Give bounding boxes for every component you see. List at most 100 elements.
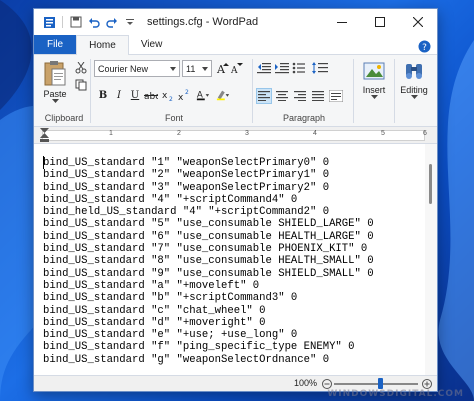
text-line: bind_US_standard "e" "+use; +use_long" 0 bbox=[43, 329, 298, 342]
svg-text:abc: abc bbox=[144, 92, 158, 101]
superscript-icon[interactable]: x2 bbox=[178, 88, 192, 102]
paste-label: Paste bbox=[43, 89, 67, 99]
maximize-button[interactable] bbox=[361, 9, 399, 35]
strikethrough-icon[interactable]: abc bbox=[144, 88, 158, 102]
svg-text:x: x bbox=[162, 91, 168, 101]
customize-qat-icon[interactable] bbox=[123, 15, 137, 29]
shrink-font-icon[interactable]: A bbox=[230, 61, 244, 75]
text-line: bind_US_standard "b" "+scriptCommand3" 0 bbox=[43, 292, 298, 305]
text-line: bind_US_standard "g" "weaponSelectOrdnan… bbox=[43, 353, 330, 366]
paragraph-settings-icon[interactable] bbox=[328, 88, 344, 104]
editing-button[interactable]: Editing bbox=[396, 61, 432, 117]
highlight-icon[interactable] bbox=[216, 88, 230, 102]
justify-button[interactable] bbox=[310, 88, 326, 104]
bold-button[interactable]: B bbox=[96, 88, 110, 102]
document-editor[interactable]: bind_US_standard "1" "weaponSelectPrimar… bbox=[34, 144, 437, 377]
minimize-button[interactable] bbox=[323, 9, 361, 35]
zoom-in-icon[interactable] bbox=[421, 378, 432, 389]
cut-icon[interactable] bbox=[74, 61, 88, 75]
wordpad-app-icon[interactable] bbox=[42, 15, 56, 29]
undo-icon[interactable] bbox=[87, 15, 101, 29]
paste-icon bbox=[44, 61, 66, 86]
svg-text:A: A bbox=[230, 66, 238, 74]
paste-button[interactable]: Paste bbox=[40, 59, 70, 105]
vertical-scrollbar[interactable] bbox=[425, 144, 437, 377]
ruler-number: 3 bbox=[245, 130, 249, 137]
insert-label: Insert bbox=[362, 85, 386, 95]
ruler-bar bbox=[42, 130, 425, 141]
text-line: bind_US_standard "1" "weaponSelectPrimar… bbox=[43, 157, 330, 169]
font-family-value: Courier New bbox=[98, 63, 149, 74]
paste-dropdown-icon[interactable] bbox=[51, 99, 59, 103]
tab-view[interactable]: View bbox=[129, 35, 175, 54]
document-text[interactable]: bind_US_standard "1" "weaponSelectPrimar… bbox=[43, 157, 374, 366]
subscript-icon[interactable]: x2 bbox=[162, 88, 176, 102]
ribbon-separator bbox=[353, 59, 354, 123]
text-line: bind_US_standard "2" "weaponSelectPrimar… bbox=[43, 169, 330, 182]
decrease-indent-icon[interactable] bbox=[256, 60, 272, 76]
text-line: bind_US_standard "9" "use_consumable SHI… bbox=[43, 267, 374, 280]
close-button[interactable] bbox=[399, 9, 437, 35]
watermark: WINDOWSDIGITAL.COM bbox=[327, 389, 464, 399]
window-controls bbox=[323, 9, 437, 35]
binoculars-icon bbox=[406, 64, 422, 79]
wordpad-window: settings.cfg - WordPad File Home View ? bbox=[33, 8, 438, 392]
text-line: bind_US_standard "a" "+moveleft" 0 bbox=[43, 279, 260, 292]
underline-button[interactable]: U bbox=[128, 88, 142, 102]
align-center-button[interactable] bbox=[274, 88, 290, 104]
ribbon-separator bbox=[252, 59, 253, 123]
copy-icon[interactable] bbox=[74, 78, 88, 92]
text-line: bind_US_standard "d" "+moveright" 0 bbox=[43, 316, 266, 329]
scrollbar-thumb[interactable] bbox=[429, 164, 432, 204]
zoom-out-icon[interactable] bbox=[321, 378, 332, 389]
ruler-number: 2 bbox=[177, 130, 181, 137]
tab-file[interactable]: File bbox=[34, 35, 77, 54]
font-family-select[interactable]: Courier New bbox=[94, 60, 180, 77]
svg-text:?: ? bbox=[422, 43, 427, 53]
font-size-select[interactable]: 11 bbox=[182, 60, 212, 77]
text-color-icon[interactable]: A bbox=[196, 88, 210, 102]
svg-text:2: 2 bbox=[185, 89, 189, 96]
save-icon[interactable] bbox=[69, 15, 83, 29]
text-line: bind_US_standard "6" "use_consumable HEA… bbox=[43, 230, 374, 243]
zoom-level: 100% bbox=[294, 378, 318, 388]
insert-picture-icon bbox=[363, 62, 385, 80]
redo-icon[interactable] bbox=[105, 15, 119, 29]
align-left-button[interactable] bbox=[256, 88, 272, 104]
font-group-label: Font bbox=[164, 113, 183, 123]
ruler[interactable]: 1 2 3 4 5 6 bbox=[34, 127, 437, 144]
zoom-slider-thumb[interactable] bbox=[378, 378, 384, 389]
chevron-down-icon bbox=[202, 67, 208, 71]
ruler-number: 4 bbox=[313, 130, 317, 137]
tab-home[interactable]: Home bbox=[76, 35, 129, 55]
ribbon-home: Paste Clipboard Courier New 11 A A B I U bbox=[34, 55, 437, 127]
font-size-value: 11 bbox=[186, 63, 196, 74]
ruler-number: 5 bbox=[381, 130, 385, 137]
editing-label: Editing bbox=[400, 85, 428, 95]
bullet-list-icon[interactable] bbox=[292, 60, 308, 76]
italic-button[interactable]: I bbox=[112, 88, 126, 102]
ribbon-tabs: File Home View bbox=[34, 35, 437, 55]
line-spacing-icon[interactable] bbox=[312, 60, 328, 76]
align-right-button[interactable] bbox=[292, 88, 308, 104]
title-bar: settings.cfg - WordPad bbox=[34, 9, 437, 35]
text-line: bind_US_standard "3" "weaponSelectPrimar… bbox=[43, 181, 330, 194]
chevron-down-icon bbox=[370, 95, 378, 99]
ruler-number: 1 bbox=[109, 130, 113, 137]
chevron-down-icon bbox=[170, 67, 176, 71]
zoom-slider-track[interactable] bbox=[334, 383, 418, 385]
text-line: bind_US_standard "f" "ping_specific_type… bbox=[43, 341, 355, 354]
increase-indent-icon[interactable] bbox=[274, 60, 290, 76]
chevron-down-icon bbox=[410, 95, 418, 99]
grow-font-icon[interactable]: A bbox=[216, 61, 230, 75]
text-line: bind_US_standard "7" "use_consumable PHO… bbox=[43, 243, 368, 256]
ruler-number: 6 bbox=[423, 130, 427, 137]
text-line: bind_US_standard "4" "+scriptCommand4" 0 bbox=[43, 193, 298, 206]
svg-text:x: x bbox=[178, 93, 184, 101]
qat-separator bbox=[62, 16, 63, 28]
ribbon-separator bbox=[90, 59, 91, 123]
window-title: settings.cfg - WordPad bbox=[147, 16, 259, 28]
insert-button[interactable]: Insert bbox=[356, 61, 392, 117]
indent-marker-icon[interactable] bbox=[40, 128, 49, 143]
svg-text:2: 2 bbox=[169, 96, 173, 101]
